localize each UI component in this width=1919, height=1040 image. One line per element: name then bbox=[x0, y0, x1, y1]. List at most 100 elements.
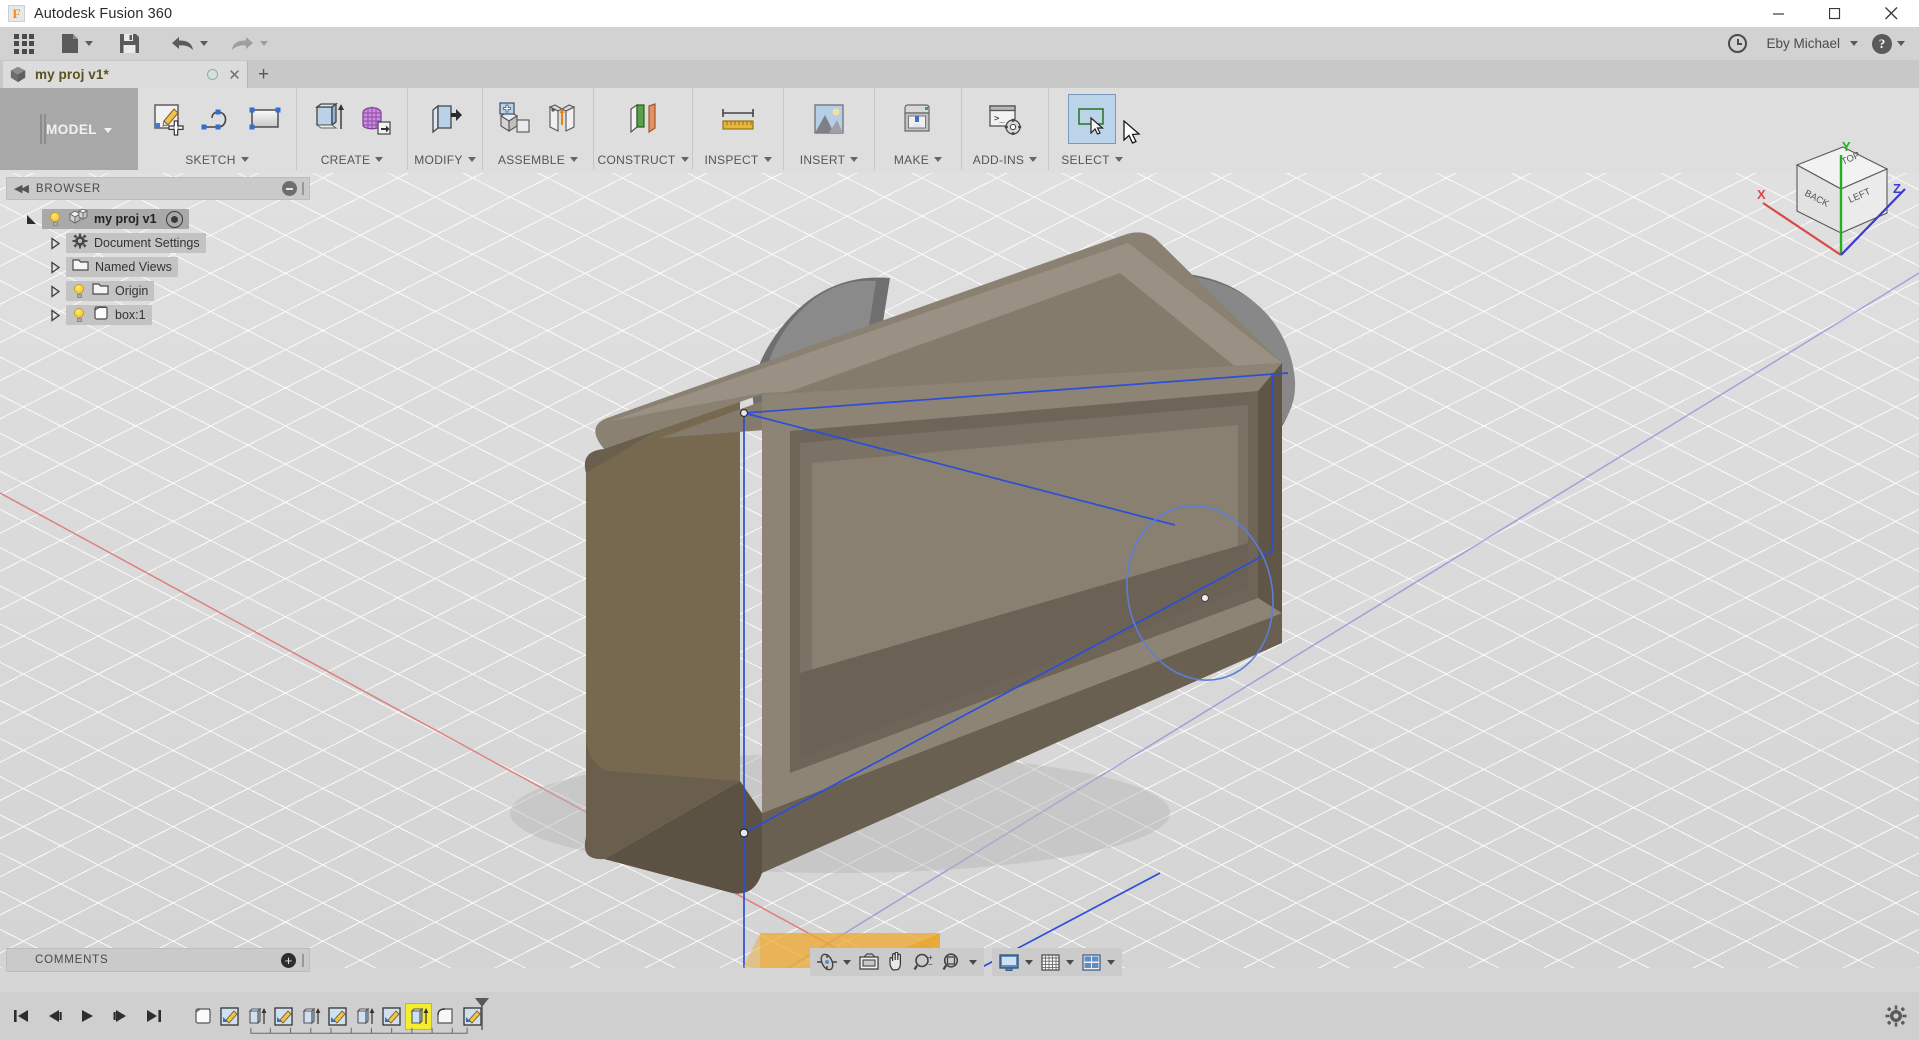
redo-button[interactable] bbox=[224, 27, 274, 60]
look-at-button[interactable] bbox=[855, 949, 883, 975]
expand-arrow-icon[interactable] bbox=[44, 236, 66, 250]
tree-item-box1[interactable]: box:1 bbox=[20, 303, 310, 327]
chevron-down-icon bbox=[1029, 157, 1038, 162]
comments-title: COMMENTS bbox=[35, 954, 109, 966]
timeline-go-start-button[interactable] bbox=[6, 1001, 37, 1032]
display-settings-button[interactable] bbox=[995, 949, 1023, 975]
timeline-feature-extrude-3[interactable] bbox=[352, 1004, 377, 1029]
timeline-end-marker[interactable] bbox=[474, 997, 490, 1031]
ribbon-group-modify-label[interactable]: MODIFY bbox=[408, 149, 482, 170]
timeline-feature-extrude-4[interactable] bbox=[405, 1002, 432, 1030]
expand-arrow-icon[interactable] bbox=[44, 260, 66, 274]
chevron-down-icon[interactable] bbox=[969, 959, 977, 965]
label-text: MODIFY bbox=[414, 152, 463, 167]
scripts-addins-button[interactable]: >_ bbox=[982, 95, 1028, 143]
timeline-step-forward-button[interactable] bbox=[105, 1001, 136, 1032]
view-cube[interactable]: TOP BACK LEFT X Y Z bbox=[1747, 137, 1907, 262]
tree-item-root[interactable]: my proj v1 bbox=[20, 207, 310, 231]
three-d-print-button[interactable] bbox=[895, 95, 941, 143]
plus-circle-icon[interactable]: + bbox=[281, 952, 296, 968]
timeline-feature-extrude-2[interactable] bbox=[298, 1004, 323, 1029]
visibility-bulb-icon[interactable] bbox=[72, 283, 86, 299]
timeline-go-end-button[interactable] bbox=[138, 1001, 169, 1032]
chevron-down-icon[interactable] bbox=[1025, 959, 1033, 965]
new-file-button[interactable] bbox=[54, 27, 99, 60]
new-component-button[interactable] bbox=[491, 95, 537, 143]
app-grid-button[interactable] bbox=[8, 27, 40, 60]
timeline-step-back-button[interactable] bbox=[39, 1001, 70, 1032]
grid-snaps-button[interactable] bbox=[1037, 949, 1064, 975]
viewports-button[interactable] bbox=[1078, 949, 1105, 975]
timeline-feature-extrude-1[interactable] bbox=[244, 1004, 269, 1029]
timeline-settings-gear-icon[interactable] bbox=[1885, 1005, 1907, 1027]
tree-item-origin[interactable]: Origin bbox=[20, 279, 310, 303]
minus-circle-icon[interactable] bbox=[282, 181, 297, 196]
timeline-feature-base[interactable] bbox=[190, 1004, 215, 1029]
timeline-play-button[interactable] bbox=[72, 1001, 103, 1032]
close-icon[interactable] bbox=[1863, 0, 1919, 27]
document-tab-active[interactable]: my proj v1* ✕ bbox=[3, 61, 248, 88]
ribbon-group-assemble-label[interactable]: ASSEMBLE bbox=[483, 149, 593, 170]
user-account-button[interactable]: Eby Michael bbox=[1755, 27, 1864, 60]
undo-button[interactable] bbox=[164, 27, 214, 60]
insert-image-button[interactable] bbox=[806, 95, 852, 143]
close-tab-icon[interactable]: ✕ bbox=[228, 66, 241, 84]
comments-panel-header[interactable]: COMMENTS + bbox=[6, 948, 310, 972]
rectangle-button[interactable] bbox=[242, 95, 288, 143]
timeline-feature-sketch-4[interactable] bbox=[379, 1004, 404, 1029]
collapse-left-icon[interactable]: ◀◀ bbox=[14, 182, 29, 195]
new-tab-button[interactable]: + bbox=[258, 64, 269, 86]
tree-pill[interactable]: Document Settings bbox=[66, 233, 206, 253]
maximize-icon[interactable] bbox=[1807, 0, 1863, 27]
minimize-icon[interactable] bbox=[1751, 0, 1807, 27]
ribbon-group-make-label[interactable]: MAKE bbox=[875, 149, 961, 170]
orbit-button[interactable] bbox=[813, 949, 841, 975]
joint-button[interactable] bbox=[539, 95, 585, 143]
offset-plane-button[interactable] bbox=[620, 95, 666, 143]
extrude-button[interactable] bbox=[305, 95, 351, 143]
zoom-button[interactable]: + − bbox=[910, 949, 939, 975]
visibility-bulb-icon[interactable] bbox=[48, 211, 62, 227]
fit-button[interactable] bbox=[939, 949, 967, 975]
measure-button[interactable] bbox=[715, 95, 761, 143]
expand-arrow-icon[interactable] bbox=[20, 213, 42, 226]
chevron-down-icon[interactable] bbox=[1066, 959, 1074, 965]
create-form-button[interactable] bbox=[353, 95, 399, 143]
tree-pill[interactable]: Named Views bbox=[66, 257, 178, 277]
timeline-feature-sketch-1[interactable] bbox=[217, 1004, 242, 1029]
chevron-down-icon[interactable] bbox=[843, 959, 851, 965]
tree-pill[interactable]: box:1 bbox=[66, 305, 152, 325]
expand-arrow-icon[interactable] bbox=[44, 284, 66, 298]
ribbon-group-inspect-label[interactable]: INSPECT bbox=[693, 149, 783, 170]
tree-item-label: Document Settings bbox=[94, 236, 200, 250]
ribbon-group-select-label[interactable]: SELECT bbox=[1049, 149, 1135, 170]
tree-pill[interactable]: my proj v1 bbox=[42, 208, 189, 229]
ribbon-group-insert-label[interactable]: INSERT bbox=[784, 149, 874, 170]
timeline-feature-sketch-3[interactable] bbox=[325, 1004, 350, 1029]
workspace-selector[interactable]: MODEL bbox=[0, 88, 138, 170]
timeline-feature-sketch-2[interactable] bbox=[271, 1004, 296, 1029]
look-at-icon bbox=[859, 953, 879, 970]
tree-item-namedviews[interactable]: Named Views bbox=[20, 255, 310, 279]
ribbon-group-construct-label[interactable]: CONSTRUCT bbox=[594, 149, 692, 170]
history-button[interactable] bbox=[1722, 27, 1753, 60]
pan-button[interactable] bbox=[883, 949, 910, 975]
ribbon-group-create-label[interactable]: CREATE bbox=[297, 149, 407, 170]
select-tool-button[interactable] bbox=[1068, 93, 1116, 144]
help-button[interactable]: ? bbox=[1866, 27, 1911, 60]
active-component-indicator[interactable] bbox=[165, 210, 183, 228]
press-pull-button[interactable] bbox=[422, 95, 468, 143]
create-sketch-button[interactable] bbox=[146, 95, 192, 143]
panel-resize-grip[interactable] bbox=[302, 953, 304, 967]
visibility-bulb-icon[interactable] bbox=[72, 307, 86, 323]
spline-button[interactable] bbox=[194, 95, 240, 143]
ribbon-group-sketch-label[interactable]: SKETCH bbox=[138, 149, 296, 170]
panel-resize-grip[interactable] bbox=[302, 182, 304, 195]
tree-item-docsettings[interactable]: Document Settings bbox=[20, 231, 310, 255]
ribbon-group-addins-label[interactable]: ADD-INS bbox=[962, 149, 1048, 170]
tree-pill[interactable]: Origin bbox=[66, 281, 155, 301]
save-button[interactable] bbox=[113, 27, 146, 60]
expand-arrow-icon[interactable] bbox=[44, 308, 66, 322]
timeline-feature-fillet[interactable] bbox=[433, 1004, 458, 1029]
chevron-down-icon[interactable] bbox=[1107, 959, 1115, 965]
